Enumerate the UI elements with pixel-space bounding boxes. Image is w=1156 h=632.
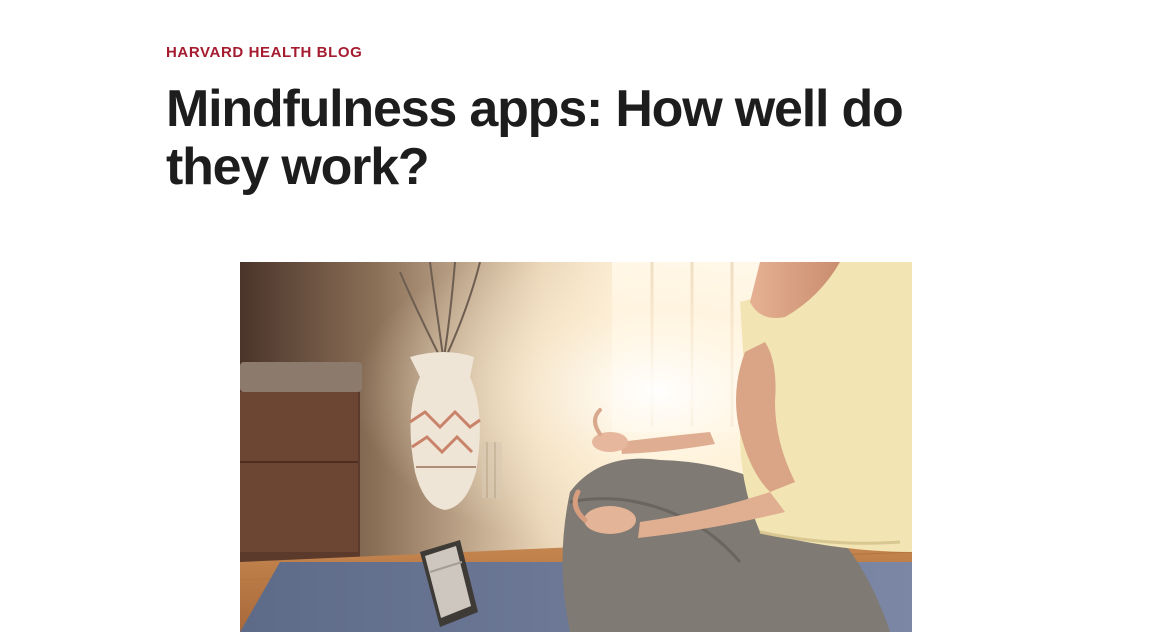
article-title: Mindfulness apps: How well do they work? <box>166 80 904 196</box>
hero-image <box>240 262 912 632</box>
meditation-illustration <box>240 262 912 632</box>
blog-category-link[interactable]: HARVARD HEALTH BLOG <box>166 44 362 61</box>
